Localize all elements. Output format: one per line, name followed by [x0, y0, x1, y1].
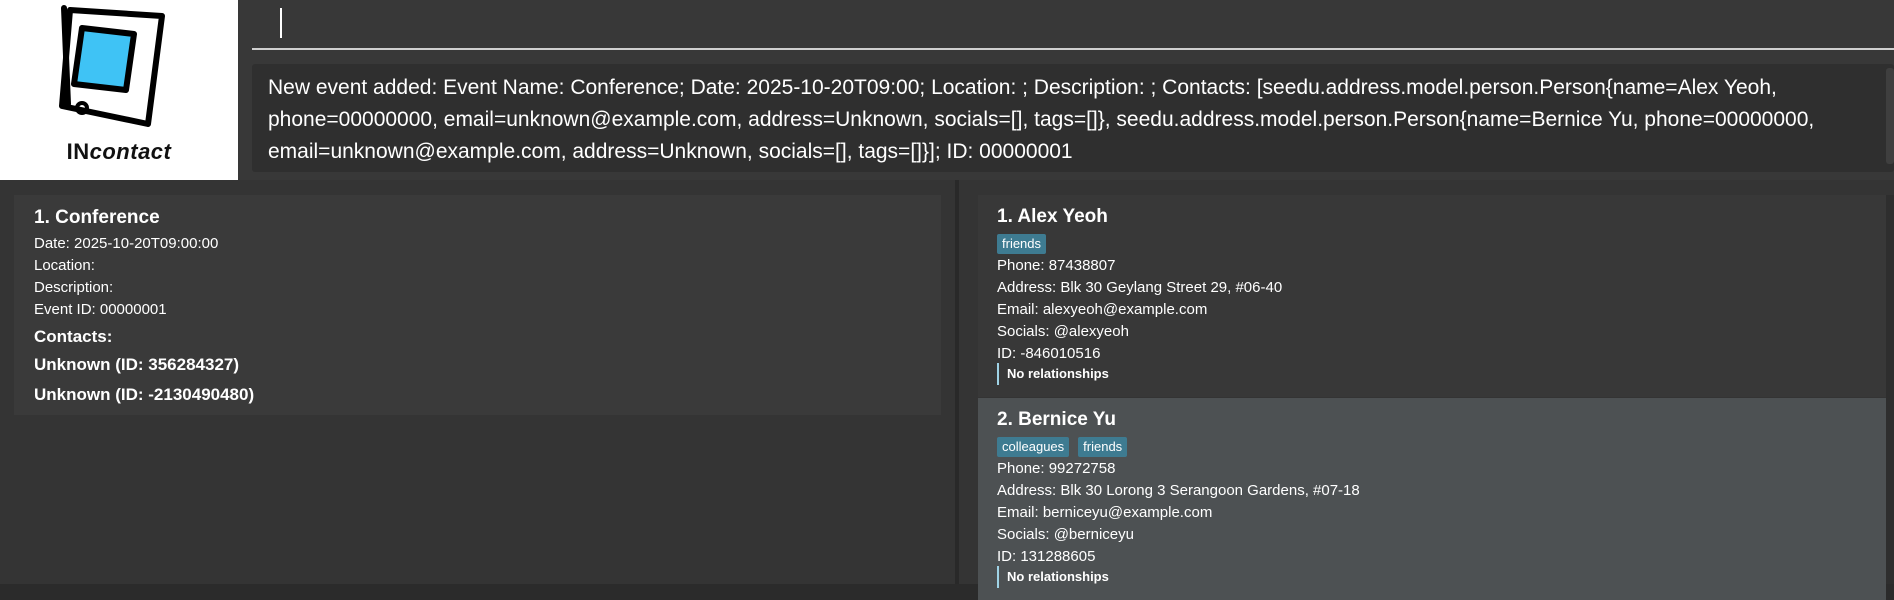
event-contact-item: Unknown (ID: -2130490480)	[34, 385, 255, 404]
event-description: Description:	[34, 279, 114, 296]
person-email: Email: alexyeoh@example.com	[997, 301, 1208, 318]
person-name: 2. Bernice Yu	[997, 409, 1116, 430]
tag-badge: colleagues	[997, 437, 1070, 457]
person-phone: Phone: 87438807	[997, 257, 1116, 274]
event-id: Event ID: 00000001	[34, 301, 167, 318]
person-address: Address: Blk 30 Geylang Street 29, #06-4…	[997, 279, 1283, 296]
person-socials: Socials: @berniceyu	[997, 526, 1134, 543]
command-input[interactable]	[286, 8, 1870, 40]
tablet-logo-icon	[59, 5, 165, 127]
person-list-scrollbar[interactable]	[1886, 195, 1894, 584]
event-card[interactable]: 1. Conference Date: 2025-10-20T09:00:00 …	[14, 195, 941, 415]
person-id: ID: -846010516	[997, 345, 1101, 362]
person-address: Address: Blk 30 Lorong 3 Serangoon Garde…	[997, 482, 1360, 499]
person-id: ID: 131288605	[997, 548, 1096, 565]
tag-badge: friends	[997, 234, 1047, 254]
tag-list: colleagues friends	[997, 437, 1128, 457]
person-relationships: No relationships	[997, 363, 1109, 385]
split-pane-divider[interactable]	[955, 180, 959, 584]
event-location: Location:	[34, 257, 95, 274]
result-scrollbar[interactable]	[1886, 68, 1894, 164]
tag-badge: friends	[1078, 437, 1128, 457]
result-display: New event added: Event Name: Conference;…	[252, 64, 1894, 172]
app-logo: INcontact	[0, 0, 238, 180]
command-box[interactable]	[252, 0, 1894, 50]
event-contacts-label: Contacts:	[34, 327, 113, 346]
top-panel: New event added: Event Name: Conference;…	[238, 0, 1894, 180]
text-caret	[280, 8, 282, 38]
person-relationships: No relationships	[997, 566, 1109, 588]
person-card[interactable]: 1. Alex Yeoh friends Phone: 87438807 Add…	[978, 195, 1886, 397]
person-socials: Socials: @alexyeoh	[997, 323, 1129, 340]
person-phone: Phone: 99272758	[997, 460, 1116, 477]
tag-list: friends	[997, 234, 1047, 254]
result-message: New event added: Event Name: Conference;…	[268, 76, 1815, 163]
person-card-selected[interactable]: 2. Bernice Yu colleagues friends Phone: …	[978, 398, 1886, 600]
person-name: 1. Alex Yeoh	[997, 206, 1108, 227]
app-name: INcontact	[66, 139, 172, 164]
event-title: 1. Conference	[34, 207, 160, 228]
person-email: Email: berniceyu@example.com	[997, 504, 1213, 521]
event-contact-item: Unknown (ID: 356284327)	[34, 355, 240, 374]
event-date: Date: 2025-10-20T09:00:00	[34, 235, 219, 252]
